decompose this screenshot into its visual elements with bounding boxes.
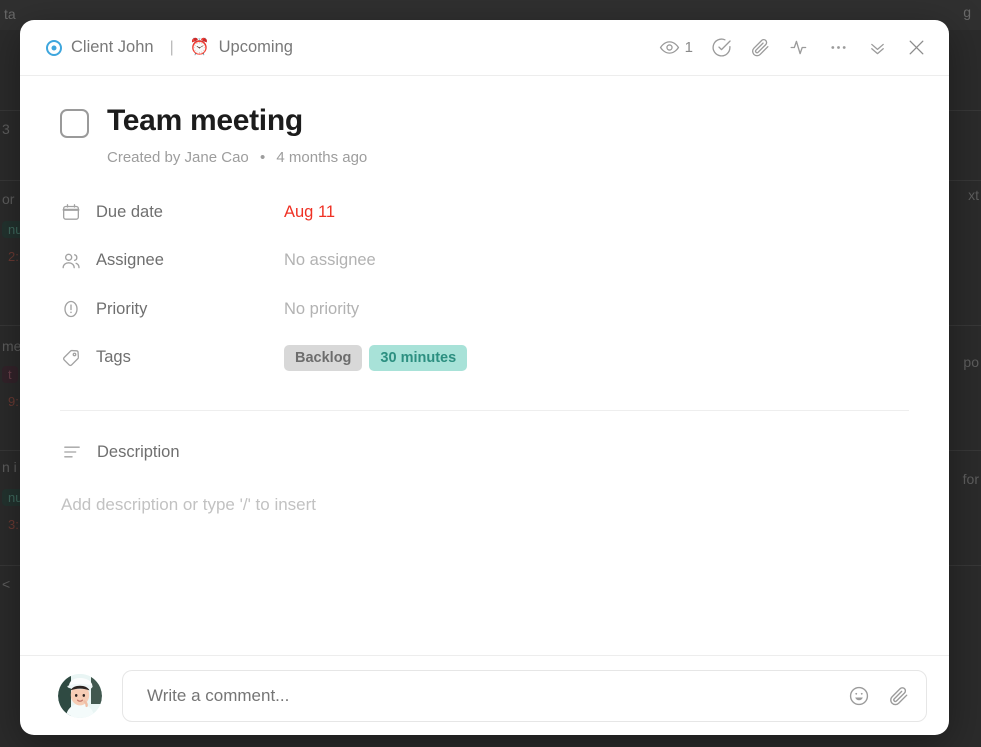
tag-badge[interactable]: 30 minutes xyxy=(369,344,468,371)
watchers-count: 1 xyxy=(684,39,693,56)
description-title: Description xyxy=(97,442,180,461)
section-divider xyxy=(60,410,909,411)
property-label-tags: Tags xyxy=(96,348,131,367)
background-topbar-label: ta xyxy=(4,6,16,22)
more-options-button[interactable] xyxy=(828,37,849,58)
close-icon xyxy=(906,37,927,58)
meta-separator-dot: • xyxy=(259,149,266,166)
task-created-meta: Created by Jane Cao • 4 months ago xyxy=(107,149,909,166)
description-input[interactable]: Add description or type '/' to insert xyxy=(60,495,909,515)
comment-bar xyxy=(20,655,949,735)
breadcrumb-project-label: Client John xyxy=(71,38,154,56)
alarm-clock-icon: ⏰ xyxy=(189,38,210,56)
background-row-left: or xyxy=(2,191,15,207)
description-lines-icon xyxy=(61,442,83,462)
activity-pulse-icon xyxy=(789,37,810,58)
close-button[interactable] xyxy=(906,37,927,58)
background-row-left: n i xyxy=(2,459,17,475)
created-by-name: Jane Cao xyxy=(184,149,249,166)
chevron-double-down-icon xyxy=(867,37,888,58)
emoji-smile-icon[interactable] xyxy=(848,685,870,707)
collapse-button[interactable] xyxy=(867,37,888,58)
property-label-assignee: Assignee xyxy=(96,251,164,270)
avatar-photo xyxy=(58,673,102,718)
comment-input[interactable] xyxy=(145,684,848,707)
background-row-right: for xyxy=(962,471,979,487)
property-value-assignee[interactable]: No assignee xyxy=(284,251,376,270)
calendar-icon xyxy=(60,202,82,222)
created-timestamp: 4 months ago xyxy=(276,149,368,166)
property-value-priority[interactable]: No priority xyxy=(284,300,359,319)
target-icon xyxy=(46,39,62,56)
watchers-button[interactable]: 1 xyxy=(659,37,693,58)
paperclip-icon xyxy=(750,37,771,58)
avatar[interactable] xyxy=(58,673,102,718)
task-title-row: Team meeting Created by Jane Cao • 4 mon… xyxy=(60,76,909,166)
priority-icon xyxy=(60,299,82,319)
property-value-due-date[interactable]: Aug 11 xyxy=(284,203,335,222)
ellipsis-icon xyxy=(828,37,849,58)
attach-file-icon[interactable] xyxy=(888,685,910,707)
breadcrumb-separator: | xyxy=(169,38,174,56)
description-header: Description xyxy=(60,442,909,462)
page-title[interactable]: Team meeting xyxy=(107,103,909,139)
tag-icon xyxy=(60,348,82,368)
breadcrumb: Client John | ⏰ Upcoming xyxy=(46,38,659,57)
background-row-right: xt xyxy=(968,187,979,203)
tag-badge[interactable]: Backlog xyxy=(284,344,363,371)
modal-header: Client John | ⏰ Upcoming 1 xyxy=(20,20,949,76)
modal-body: Team meeting Created by Jane Cao • 4 mon… xyxy=(20,76,949,655)
task-detail-modal: Client John | ⏰ Upcoming 1 Team meeting … xyxy=(20,20,949,735)
header-actions: 1 xyxy=(659,37,927,58)
task-properties: Due date Aug 11 Assignee No assignee Pri… xyxy=(60,188,909,382)
background-row-time: 9: xyxy=(8,394,19,409)
property-label-due-date: Due date xyxy=(96,202,163,221)
breadcrumb-item-list[interactable]: ⏰ Upcoming xyxy=(190,38,293,57)
background-row-left: < xyxy=(2,576,11,592)
comment-actions xyxy=(848,685,910,707)
property-row-assignee: Assignee No assignee xyxy=(60,237,909,286)
task-title-block: Team meeting Created by Jane Cao • 4 mon… xyxy=(107,103,909,166)
property-row-priority: Priority No priority xyxy=(60,285,909,334)
tag-list: Backlog 30 minutes xyxy=(284,344,468,371)
background-row-chip: t xyxy=(2,366,18,383)
breadcrumb-item-project[interactable]: Client John xyxy=(46,38,154,57)
complete-task-button[interactable] xyxy=(711,37,732,58)
background-row-time: 3: xyxy=(8,517,19,532)
people-icon xyxy=(60,251,82,271)
background-row-left: 3 xyxy=(2,121,10,137)
comment-input-wrapper[interactable] xyxy=(122,669,927,722)
activity-button[interactable] xyxy=(789,37,810,58)
attach-file-button[interactable] xyxy=(750,37,771,58)
property-row-tags: Tags Backlog 30 minutes xyxy=(60,334,909,383)
background-row-right: po xyxy=(963,354,979,370)
property-label-priority: Priority xyxy=(96,299,148,318)
background-row-time: 2: xyxy=(8,249,19,264)
eye-icon xyxy=(659,37,680,58)
property-row-due-date: Due date Aug 11 xyxy=(60,188,909,237)
background-topbar-right-label: g xyxy=(963,4,971,20)
created-by-prefix: Created by xyxy=(107,149,181,166)
background-row-left: me xyxy=(2,338,22,354)
check-circle-icon xyxy=(711,37,732,58)
breadcrumb-list-label: Upcoming xyxy=(218,38,293,56)
task-complete-checkbox[interactable] xyxy=(60,109,89,138)
